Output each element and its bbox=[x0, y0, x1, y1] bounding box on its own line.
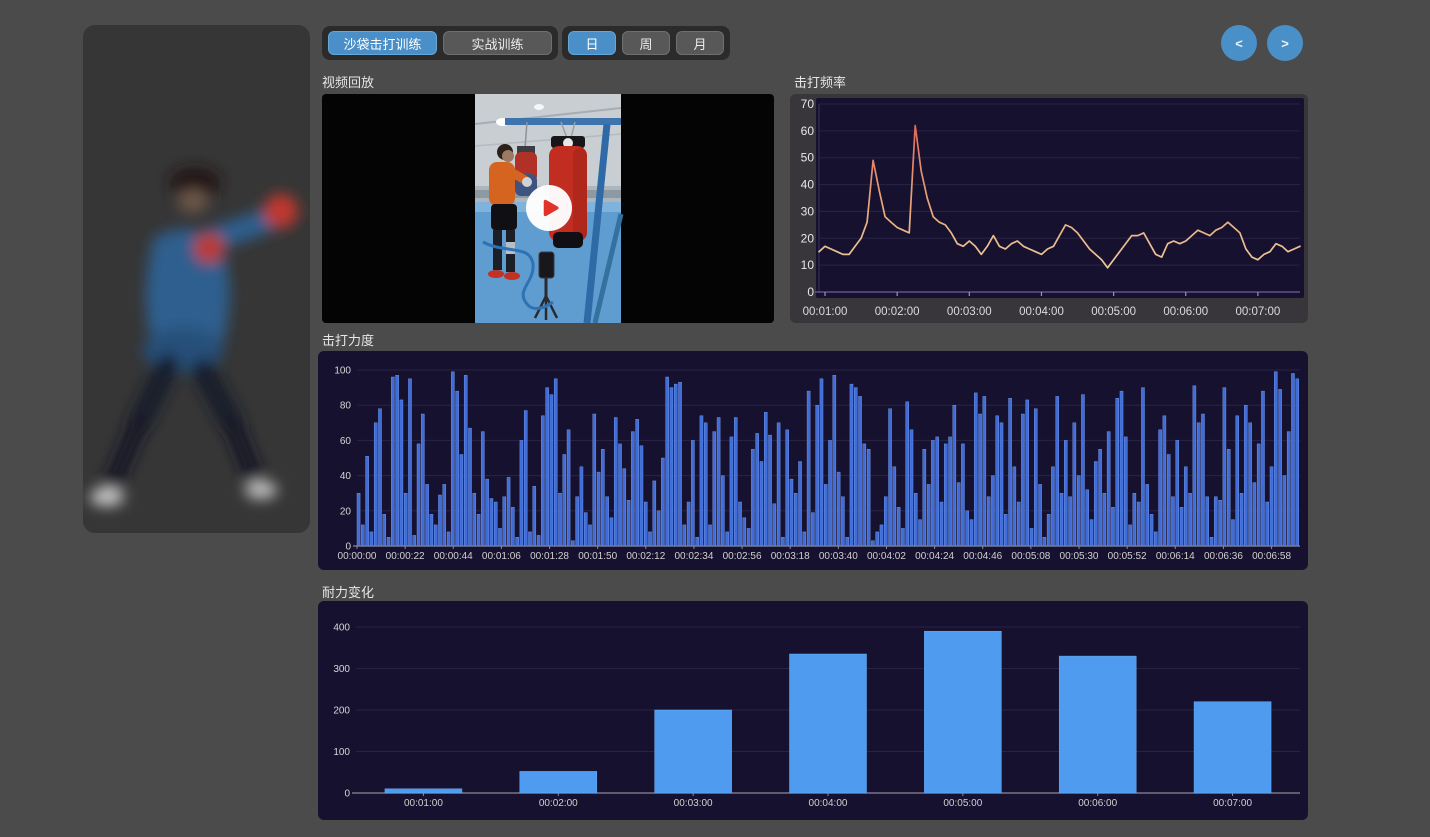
svg-text:00:01:00: 00:01:00 bbox=[803, 306, 848, 318]
svg-text:00:02:34: 00:02:34 bbox=[674, 551, 713, 562]
boxer-figure bbox=[90, 167, 298, 506]
chevron-left-icon: < bbox=[1235, 36, 1243, 51]
tab-sparring-training[interactable]: 实战训练 bbox=[443, 31, 552, 55]
svg-text:00:04:46: 00:04:46 bbox=[963, 551, 1002, 562]
svg-text:00:05:52: 00:05:52 bbox=[1108, 551, 1147, 562]
svg-text:30: 30 bbox=[801, 204, 815, 218]
force-bar-chart: 02040608010000:00:0000:00:2200:00:4400:0… bbox=[318, 351, 1308, 570]
svg-text:00:03:18: 00:03:18 bbox=[771, 551, 810, 562]
svg-text:80: 80 bbox=[340, 401, 352, 412]
svg-text:00:03:40: 00:03:40 bbox=[819, 551, 858, 562]
svg-text:60: 60 bbox=[340, 436, 352, 447]
tab-sandbag-training[interactable]: 沙袋击打训练 bbox=[328, 31, 437, 55]
play-icon bbox=[537, 196, 561, 220]
svg-text:00:01:50: 00:01:50 bbox=[578, 551, 617, 562]
video-section-title: 视频回放 bbox=[322, 72, 374, 91]
play-button[interactable] bbox=[526, 185, 572, 231]
chevron-right-icon: > bbox=[1281, 36, 1289, 51]
svg-text:00:00:00: 00:00:00 bbox=[338, 551, 377, 562]
svg-text:00:03:00: 00:03:00 bbox=[947, 306, 992, 318]
svg-text:00:02:00: 00:02:00 bbox=[539, 798, 578, 809]
svg-text:00:03:00: 00:03:00 bbox=[674, 798, 713, 809]
tab-month[interactable]: 月 bbox=[676, 31, 724, 55]
svg-text:200: 200 bbox=[333, 706, 350, 717]
svg-text:00:07:00: 00:07:00 bbox=[1236, 306, 1281, 318]
svg-text:0: 0 bbox=[807, 285, 814, 299]
frequency-chart-panel: 0 10 20 30 40 50 60 70 00:01:00 00:02:00 00:03:00 0… bbox=[790, 94, 1308, 323]
svg-text:20: 20 bbox=[340, 506, 352, 517]
svg-text:00:01:28: 00:01:28 bbox=[530, 551, 569, 562]
period-tabs: 日 周 月 bbox=[562, 26, 730, 60]
svg-text:20: 20 bbox=[801, 231, 815, 245]
svg-text:00:04:24: 00:04:24 bbox=[915, 551, 954, 562]
svg-text:00:06:00: 00:06:00 bbox=[1163, 306, 1208, 318]
svg-text:100: 100 bbox=[333, 747, 350, 758]
svg-text:70: 70 bbox=[801, 97, 815, 111]
svg-text:00:01:00: 00:01:00 bbox=[404, 798, 443, 809]
svg-text:400: 400 bbox=[333, 623, 350, 634]
tab-day[interactable]: 日 bbox=[568, 31, 616, 55]
svg-text:60: 60 bbox=[801, 124, 815, 138]
svg-text:300: 300 bbox=[333, 664, 350, 675]
svg-text:00:06:58: 00:06:58 bbox=[1252, 551, 1291, 562]
svg-text:00:06:14: 00:06:14 bbox=[1156, 551, 1195, 562]
next-button[interactable]: > bbox=[1267, 25, 1303, 61]
svg-text:00:05:08: 00:05:08 bbox=[1011, 551, 1050, 562]
boxer-blurred-image bbox=[83, 25, 310, 533]
endurance-bar-chart: 0 100 200 300 400 00:01:00 00:02:00 00:03:00 00:… bbox=[318, 601, 1308, 820]
svg-text:0: 0 bbox=[344, 789, 350, 800]
svg-text:40: 40 bbox=[801, 178, 815, 192]
svg-text:00:07:00: 00:07:00 bbox=[1213, 798, 1252, 809]
svg-text:10: 10 bbox=[801, 258, 815, 272]
svg-text:00:04:00: 00:04:00 bbox=[1019, 306, 1064, 318]
svg-text:00:05:00: 00:05:00 bbox=[943, 798, 982, 809]
svg-text:00:06:00: 00:06:00 bbox=[1078, 798, 1117, 809]
svg-text:00:04:00: 00:04:00 bbox=[809, 798, 848, 809]
svg-text:00:04:02: 00:04:02 bbox=[867, 551, 906, 562]
svg-text:00:06:36: 00:06:36 bbox=[1204, 551, 1243, 562]
endurance-chart-panel: 0 100 200 300 400 00:01:00 00:02:00 00:03:00 00:… bbox=[318, 601, 1308, 820]
endurance-chart-title: 耐力变化 bbox=[322, 582, 374, 601]
boxing-training-dashboard: 沙袋击打训练 实战训练 日 周 月 < > 视频回放 bbox=[0, 0, 1430, 837]
svg-text:00:02:56: 00:02:56 bbox=[723, 551, 762, 562]
force-chart-panel: 02040608010000:00:0000:00:2200:00:4400:0… bbox=[318, 351, 1308, 570]
svg-text:00:02:00: 00:02:00 bbox=[875, 306, 920, 318]
frequency-line-chart: 0 10 20 30 40 50 60 70 00:01:00 00:02:00 00:03:00 0… bbox=[790, 94, 1308, 323]
svg-text:00:00:44: 00:00:44 bbox=[434, 551, 473, 562]
svg-text:00:00:22: 00:00:22 bbox=[386, 551, 425, 562]
svg-text:50: 50 bbox=[801, 151, 815, 165]
svg-text:00:05:30: 00:05:30 bbox=[1060, 551, 1099, 562]
video-player[interactable] bbox=[322, 94, 774, 323]
training-type-tabs: 沙袋击打训练 实战训练 bbox=[322, 26, 558, 60]
tab-week[interactable]: 周 bbox=[622, 31, 670, 55]
svg-text:100: 100 bbox=[334, 366, 351, 377]
prev-button[interactable]: < bbox=[1221, 25, 1257, 61]
svg-text:00:02:12: 00:02:12 bbox=[626, 551, 665, 562]
svg-text:00:05:00: 00:05:00 bbox=[1091, 306, 1136, 318]
athlete-photo-panel bbox=[83, 25, 310, 533]
svg-text:00:01:06: 00:01:06 bbox=[482, 551, 521, 562]
force-chart-title: 击打力度 bbox=[322, 330, 374, 349]
frequency-chart-title: 击打频率 bbox=[794, 72, 846, 91]
svg-text:40: 40 bbox=[340, 471, 352, 482]
